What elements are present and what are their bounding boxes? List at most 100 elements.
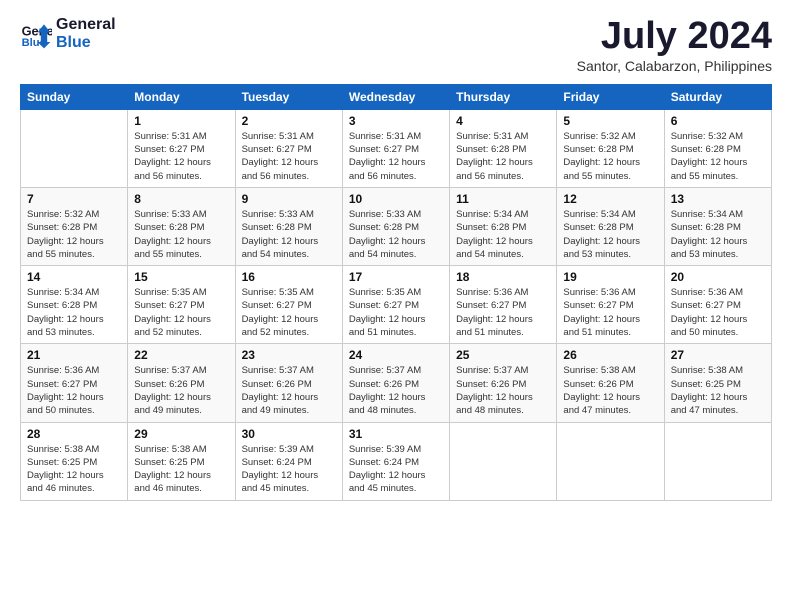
day-number: 28 [27,427,121,441]
cell-w2-d2: 9 Sunrise: 5:33 AM Sunset: 6:28 PM Daylig… [235,187,342,265]
day-number: 21 [27,348,121,362]
day-number: 19 [563,270,657,284]
cell-w4-d2: 23 Sunrise: 5:37 AM Sunset: 6:26 PM Dayli… [235,344,342,422]
day-number: 30 [242,427,336,441]
cell-w5-d1: 29 Sunrise: 5:38 AM Sunset: 6:25 PM Dayli… [128,422,235,500]
title-section: July 2024 Santor, Calabarzon, Philippine… [577,16,772,74]
day-number: 20 [671,270,765,284]
cell-w4-d5: 26 Sunrise: 5:38 AM Sunset: 6:26 PM Dayli… [557,344,664,422]
cell-w3-d5: 19 Sunrise: 5:36 AM Sunset: 6:27 PM Dayli… [557,266,664,344]
day-info: Sunrise: 5:37 AM Sunset: 6:26 PM Dayligh… [456,364,550,417]
day-info: Sunrise: 5:34 AM Sunset: 6:28 PM Dayligh… [671,208,765,261]
week-row-2: 7Sunrise: 5:32 AM Sunset: 6:28 PM Daylig… [21,187,772,265]
day-info: Sunrise: 5:38 AM Sunset: 6:25 PM Dayligh… [671,364,765,417]
day-info: Sunrise: 5:31 AM Sunset: 6:27 PM Dayligh… [242,130,336,183]
cell-w1-d0 [21,109,128,187]
day-info: Sunrise: 5:33 AM Sunset: 6:28 PM Dayligh… [242,208,336,261]
day-number: 18 [456,270,550,284]
cell-w3-d4: 18 Sunrise: 5:36 AM Sunset: 6:27 PM Dayli… [450,266,557,344]
day-info: Sunrise: 5:39 AM Sunset: 6:24 PM Dayligh… [242,443,336,496]
day-number: 10 [349,192,443,206]
day-info: Sunrise: 5:34 AM Sunset: 6:28 PM Dayligh… [456,208,550,261]
day-info: Sunrise: 5:31 AM Sunset: 6:27 PM Dayligh… [349,130,443,183]
day-number: 22 [134,348,228,362]
cell-w1-d2: 2 Sunrise: 5:31 AM Sunset: 6:27 PM Daylig… [235,109,342,187]
cell-w2-d3: 10 Sunrise: 5:33 AM Sunset: 6:28 PM Dayli… [342,187,449,265]
day-number: 8 [134,192,228,206]
cell-w5-d5 [557,422,664,500]
day-info: Sunrise: 5:35 AM Sunset: 6:27 PM Dayligh… [134,286,228,339]
cell-w5-d4 [450,422,557,500]
day-number: 14 [27,270,121,284]
cell-w1-d6: 6Sunrise: 5:32 AM Sunset: 6:28 PM Daylig… [664,109,771,187]
day-info: Sunrise: 5:36 AM Sunset: 6:27 PM Dayligh… [456,286,550,339]
day-number: 3 [349,114,443,128]
day-info: Sunrise: 5:32 AM Sunset: 6:28 PM Dayligh… [671,130,765,183]
cell-w4-d1: 22 Sunrise: 5:37 AM Sunset: 6:26 PM Dayli… [128,344,235,422]
day-number: 2 [242,114,336,128]
day-info: Sunrise: 5:37 AM Sunset: 6:26 PM Dayligh… [349,364,443,417]
day-info: Sunrise: 5:36 AM Sunset: 6:27 PM Dayligh… [563,286,657,339]
week-row-5: 28 Sunrise: 5:38 AM Sunset: 6:25 PM Dayli… [21,422,772,500]
day-number: 12 [563,192,657,206]
day-info: Sunrise: 5:36 AM Sunset: 6:27 PM Dayligh… [27,364,121,417]
day-info: Sunrise: 5:34 AM Sunset: 6:28 PM Dayligh… [563,208,657,261]
cell-w4-d3: 24 Sunrise: 5:37 AM Sunset: 6:26 PM Dayli… [342,344,449,422]
day-number: 23 [242,348,336,362]
cell-w5-d2: 30 Sunrise: 5:39 AM Sunset: 6:24 PM Dayli… [235,422,342,500]
cell-w4-d6: 27 Sunrise: 5:38 AM Sunset: 6:25 PM Dayli… [664,344,771,422]
day-number: 26 [563,348,657,362]
cell-w5-d3: 31Sunrise: 5:39 AM Sunset: 6:24 PM Dayli… [342,422,449,500]
cell-w2-d1: 8 Sunrise: 5:33 AM Sunset: 6:28 PM Daylig… [128,187,235,265]
day-info: Sunrise: 5:33 AM Sunset: 6:28 PM Dayligh… [134,208,228,261]
day-number: 5 [563,114,657,128]
day-info: Sunrise: 5:38 AM Sunset: 6:25 PM Dayligh… [134,443,228,496]
day-info: Sunrise: 5:35 AM Sunset: 6:27 PM Dayligh… [349,286,443,339]
cell-w1-d3: 3 Sunrise: 5:31 AM Sunset: 6:27 PM Daylig… [342,109,449,187]
cell-w5-d0: 28Sunrise: 5:38 AM Sunset: 6:25 PM Dayli… [21,422,128,500]
day-info: Sunrise: 5:31 AM Sunset: 6:27 PM Dayligh… [134,130,228,183]
col-tuesday: Tuesday [235,84,342,109]
day-number: 15 [134,270,228,284]
day-number: 29 [134,427,228,441]
day-info: Sunrise: 5:31 AM Sunset: 6:28 PM Dayligh… [456,130,550,183]
cell-w3-d3: 17 Sunrise: 5:35 AM Sunset: 6:27 PM Dayli… [342,266,449,344]
week-row-3: 14 Sunrise: 5:34 AM Sunset: 6:28 PM Dayli… [21,266,772,344]
day-number: 7 [27,192,121,206]
cell-w1-d1: 1 Sunrise: 5:31 AM Sunset: 6:27 PM Daylig… [128,109,235,187]
week-row-1: 1 Sunrise: 5:31 AM Sunset: 6:27 PM Daylig… [21,109,772,187]
header: General Blue General Blue July 2024 Sant… [20,16,772,74]
cell-w5-d6 [664,422,771,500]
day-info: Sunrise: 5:36 AM Sunset: 6:27 PM Dayligh… [671,286,765,339]
logo-line1: General [56,16,116,34]
day-number: 9 [242,192,336,206]
day-number: 27 [671,348,765,362]
cell-w4-d0: 21 Sunrise: 5:36 AM Sunset: 6:27 PM Dayli… [21,344,128,422]
day-info: Sunrise: 5:34 AM Sunset: 6:28 PM Dayligh… [27,286,121,339]
col-friday: Friday [557,84,664,109]
day-number: 1 [134,114,228,128]
cell-w2-d5: 12 Sunrise: 5:34 AM Sunset: 6:28 PM Dayli… [557,187,664,265]
day-number: 24 [349,348,443,362]
col-saturday: Saturday [664,84,771,109]
cell-w3-d2: 16Sunrise: 5:35 AM Sunset: 6:27 PM Dayli… [235,266,342,344]
cell-w2-d6: 13 Sunrise: 5:34 AM Sunset: 6:28 PM Dayli… [664,187,771,265]
day-info: Sunrise: 5:37 AM Sunset: 6:26 PM Dayligh… [242,364,336,417]
calendar-table: Sunday Monday Tuesday Wednesday Thursday… [20,84,772,501]
day-info: Sunrise: 5:32 AM Sunset: 6:28 PM Dayligh… [563,130,657,183]
cell-w2-d4: 11 Sunrise: 5:34 AM Sunset: 6:28 PM Dayli… [450,187,557,265]
cell-w3-d0: 14 Sunrise: 5:34 AM Sunset: 6:28 PM Dayli… [21,266,128,344]
logo-line2: Blue [56,34,116,52]
col-monday: Monday [128,84,235,109]
day-number: 11 [456,192,550,206]
day-number: 25 [456,348,550,362]
calendar-subtitle: Santor, Calabarzon, Philippines [577,58,772,74]
day-info: Sunrise: 5:38 AM Sunset: 6:26 PM Dayligh… [563,364,657,417]
day-info: Sunrise: 5:33 AM Sunset: 6:28 PM Dayligh… [349,208,443,261]
cell-w2-d0: 7Sunrise: 5:32 AM Sunset: 6:28 PM Daylig… [21,187,128,265]
day-number: 17 [349,270,443,284]
day-number: 13 [671,192,765,206]
col-thursday: Thursday [450,84,557,109]
col-wednesday: Wednesday [342,84,449,109]
day-info: Sunrise: 5:37 AM Sunset: 6:26 PM Dayligh… [134,364,228,417]
